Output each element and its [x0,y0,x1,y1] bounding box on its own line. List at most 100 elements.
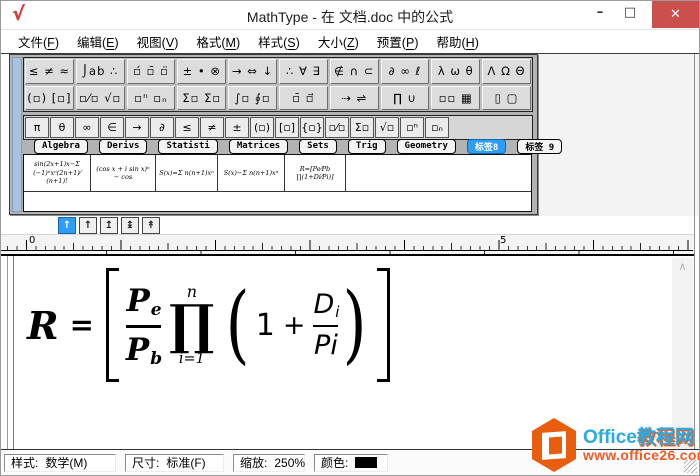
close-button[interactable]: ✕ [652,1,699,28]
palette-integrals[interactable]: ∫▫ ∮▫ [228,86,277,111]
small-theta-button[interactable]: θ [50,117,74,138]
menu-style[interactable]: 样式(S) [249,32,309,51]
status-style-label: 样式: [11,454,38,471]
menu-edit[interactable]: 编辑(E) [68,32,128,51]
tab-custom-9[interactable]: 标签 9 [517,139,562,154]
tab-algebra[interactable]: Algebra [34,139,88,154]
status-color-field[interactable]: 颜色: [314,454,388,472]
palette-greek-upper[interactable]: Λ Ω Θ [482,59,531,84]
palette-row-1: ≤ ≠ ≈ ⌡ab ∴ ▫́ ▫̄ ▫̈ ± • ⊗ → ⇔ ↓ ∴ ∀ ∃ ∉… [24,58,532,85]
palette-boxes[interactable]: ▯ ▢ [482,86,531,111]
status-size-field[interactable]: 尺寸: 标准(F) [125,454,224,472]
left-square-bracket [106,268,119,382]
tab-custom-8[interactable]: 标签8 [467,139,506,154]
small-subscript-button[interactable]: ▫ₙ [425,117,449,138]
palette-arrows[interactable]: → ⇔ ↓ [228,59,277,84]
insert-mode-button-2[interactable]: ↑ [79,217,97,234]
palette-embellishments[interactable]: ▫́ ▫̄ ▫̈ [127,59,176,84]
menu-file[interactable]: 文件(F) [9,32,68,51]
insert-mode-button-4[interactable]: ↨ [121,217,139,234]
palette-spacing[interactable]: ⌡ab ∴ [76,59,125,84]
insert-mode-button-5[interactable]: ↟ [142,217,160,234]
insert-mode-button-1[interactable]: ↑ [58,217,76,234]
menu-size[interactable]: 大小(Z) [309,32,368,51]
small-plusminus-button[interactable]: ± [225,117,249,138]
menu-view[interactable]: 视图(V) [128,32,188,51]
small-brackets-button[interactable]: [▫] [275,117,299,138]
watermark-url: www.office26.com [583,448,700,463]
palette-fences[interactable]: (▫) [▫] [25,86,74,111]
palette-matrices[interactable]: ▫▫ ▦ [431,86,480,111]
palette-misc-symbols[interactable]: ∂ ∞ ℓ [381,59,430,84]
maximize-button[interactable]: □ [621,5,639,23]
tab-sets[interactable]: Sets [299,139,337,154]
small-neq-button[interactable]: ≠ [200,117,224,138]
palette-subscripts-superscripts[interactable]: ▫ⁿ ▫ₙ [127,86,176,111]
tab-geometry[interactable]: Geometry [397,139,456,154]
insertion-toolbar: ↑ ↑ ↥ ↨ ↟ [1,216,695,234]
status-style-field[interactable]: 样式: 数学(M) [4,454,116,472]
small-radical-button[interactable]: √▫ [375,117,399,138]
fraction-numerator: P [126,283,149,319]
palette-greek-lower[interactable]: λ ω θ [431,59,480,84]
expression-thumbnail[interactable]: (cos x + i sin x)ⁿ − cos [91,155,156,191]
small-sum-button[interactable]: Σ▫ [350,117,374,138]
insert-mode-button-3[interactable]: ↥ [100,217,118,234]
small-arrow-button[interactable]: → [125,117,149,138]
small-pi-button[interactable]: π [25,117,49,138]
small-superscript-button[interactable]: ▫ⁿ [400,117,424,138]
palette-relational[interactable]: ≤ ≠ ≈ [25,59,74,84]
small-parens-button[interactable]: (▫) [250,117,274,138]
plus-sign: + [283,310,306,341]
expression-shelf: sin(2x+1)x−Σ (−1)ⁿxⁿ(2n+1)⁄(n+1)! (cos x… [23,154,532,212]
inner-fraction-bar [313,325,338,328]
minimize-button[interactable]: – [591,5,609,23]
palette-fractions-radicals[interactable]: ▫⁄▫ √▫ [76,86,125,111]
small-partial-button[interactable]: ∂ [150,117,174,138]
equation[interactable]: R = P e P b n ∏ i=1 ( 1 + [27,266,390,384]
small-fraction-button[interactable]: ▫⁄▫ [325,117,349,138]
palette-operators[interactable]: ± • ⊗ [177,59,226,84]
status-zoom-field[interactable]: 缩放: 250% [233,454,305,472]
palette-labeled-arrows[interactable]: ⇢ ⇌ [330,86,379,111]
small-leq-button[interactable]: ≤ [175,117,199,138]
palette-summations[interactable]: Σ▫ Σ▫ [177,86,226,111]
tab-derivs[interactable]: Derivs [99,139,148,154]
expression-thumbnail[interactable]: S(x)=Σ n(n+1)xⁿ [156,155,218,191]
expression-row: sin(2x+1)x−Σ (−1)ⁿxⁿ(2n+1)⁄(n+1)! (cos x… [24,155,531,192]
color-swatch [355,457,377,468]
product-operator: n ∏ i=1 [169,284,214,366]
palette-row-2: (▫) [▫] ▫⁄▫ √▫ ▫ⁿ ▫ₙ Σ▫ Σ▫ ∫▫ ∮▫ ▫̄ ▫⃗ ⇢… [24,85,532,112]
expression-thumbnail[interactable]: S(x)−Σ n(n+1)xⁿ [218,155,285,191]
denominator-subscript: b [150,349,162,369]
titlebar: √ MathType - 在 文档.doc 中的公式 – □ ✕ [1,1,699,29]
palette-overbars[interactable]: ▫̄ ▫⃗ [279,86,328,111]
tab-trig[interactable]: Trig [348,139,386,154]
palette-products-unions[interactable]: ∏ ∪ [381,86,430,111]
inner-numerator: D [313,289,334,320]
status-size-label: 尺寸: [132,454,159,471]
status-size-value: 标准(F) [166,454,205,471]
small-symbol-bar: π θ ∞ ∈ → ∂ ≤ ≠ ± (▫) [▫] {▫} ▫⁄▫ Σ▫ √▫ … [23,115,533,140]
scroll-up-icon[interactable]: ∧ [672,260,693,273]
ruler[interactable]: 0 5 [1,234,695,255]
tab-statistics[interactable]: Statisti [158,139,217,154]
toolbar-drag-handle[interactable] [12,57,22,212]
status-color-label: 颜色: [321,454,348,471]
small-element-of-button[interactable]: ∈ [100,117,124,138]
expression-thumbnail[interactable]: sin(2x+1)x−Σ (−1)ⁿxⁿ(2n+1)⁄(n+1)! [24,155,91,191]
menubar: 文件(F) 编辑(E) 视图(V) 格式(M) 样式(S) 大小(Z) 预置(P… [1,29,699,54]
palette-sets[interactable]: ∉ ∩ ⊂ [330,59,379,84]
expression-thumbnail[interactable]: R=[Pe⁄Pb ∏(1+Di⁄Pi)] [285,155,346,191]
menu-help[interactable]: 帮助(H) [427,32,487,51]
toolbar-block: ≤ ≠ ≈ ⌡ab ∴ ▫́ ▫̄ ▫̈ ± • ⊗ → ⇔ ↓ ∴ ∀ ∃ ∉… [9,54,538,215]
small-braces-button[interactable]: {▫} [300,117,324,138]
small-infinity-button[interactable]: ∞ [75,117,99,138]
menu-preferences[interactable]: 预置(P) [368,32,428,51]
palette-logic[interactable]: ∴ ∀ ∃ [279,59,328,84]
menu-format[interactable]: 格式(M) [187,32,249,51]
tab-matrices[interactable]: Matrices [229,139,288,154]
fraction-denominator: P [126,332,149,368]
left-parenthesis: ( [225,285,249,366]
product-lower-limit: i=1 [179,352,205,367]
